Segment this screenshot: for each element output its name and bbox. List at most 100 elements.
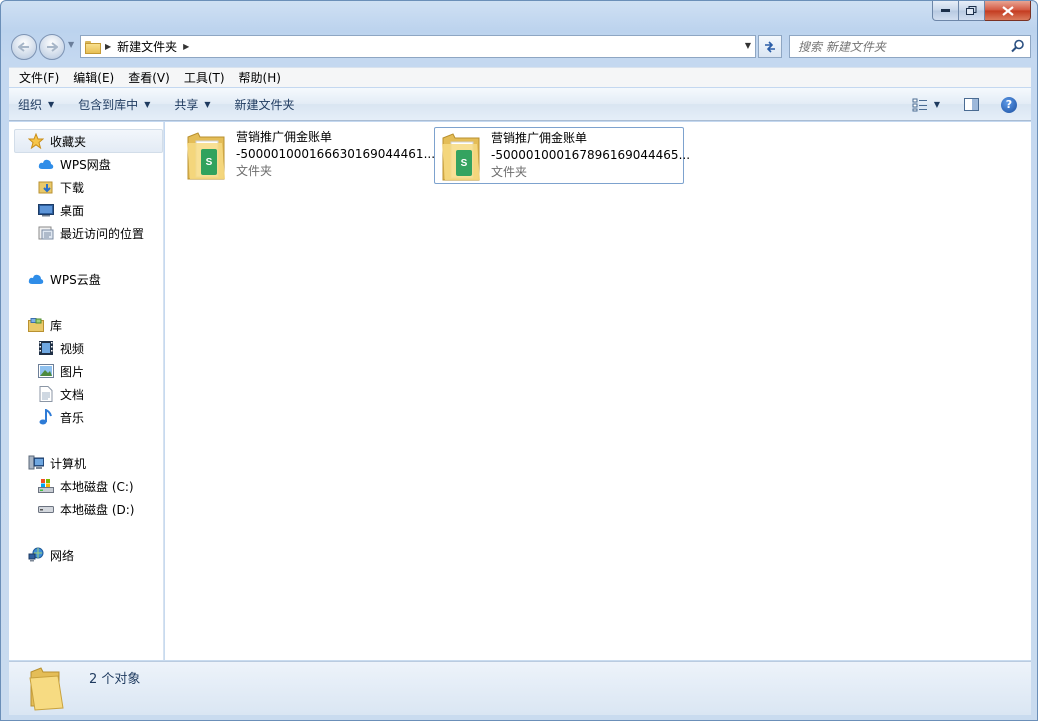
close-button[interactable]: [985, 1, 1031, 21]
view-options-dropdown[interactable]: ▼: [934, 100, 940, 109]
recent-pages-dropdown[interactable]: ▼: [68, 40, 74, 49]
nav-computer-label: 计算机: [50, 456, 87, 471]
picture-icon: [38, 363, 54, 379]
nav-wps-cloud[interactable]: WPS云盘: [28, 270, 101, 288]
include-in-library-label: 包含到库中: [78, 97, 139, 112]
folder-icon: S S: [184, 129, 230, 183]
forward-button[interactable]: [39, 34, 65, 60]
folder-icon: [29, 667, 64, 711]
close-icon: [1001, 5, 1014, 16]
nav-libraries[interactable]: 库: [28, 316, 62, 334]
nav-videos[interactable]: 视频: [38, 339, 84, 357]
star-icon: [28, 133, 44, 149]
svg-text:S: S: [206, 157, 213, 168]
cloud-icon: [28, 271, 44, 287]
include-in-library-button[interactable]: 包含到库中 ▼: [68, 96, 164, 113]
nav-pictures[interactable]: 图片: [38, 362, 84, 380]
folder-name: 营销推广佣金账单: [236, 130, 333, 144]
file-list: S S 营销推广佣金账单 -500001000166630169044461..…: [165, 122, 1031, 660]
nav-libraries-label: 库: [50, 318, 63, 333]
refresh-button[interactable]: [758, 35, 782, 58]
library-icon: [28, 317, 44, 333]
help-icon[interactable]: ?: [1001, 96, 1017, 113]
maximize-button[interactable]: [959, 1, 985, 21]
back-button[interactable]: [11, 34, 37, 60]
menu-bar: 文件(F) 编辑(E) 查看(V) 工具(T) 帮助(H): [9, 67, 1031, 87]
nav-wps-cloud-label: WPS云盘: [50, 272, 101, 287]
item-count: 2 个对象: [89, 672, 141, 687]
nav-network-label: 网络: [50, 548, 75, 563]
nav-drive-d[interactable]: 本地磁盘 (D:): [38, 500, 134, 518]
search-box[interactable]: [789, 35, 1031, 58]
preview-pane-icon[interactable]: [964, 98, 979, 111]
folder-icon: [85, 41, 101, 54]
restore-icon: [966, 6, 977, 15]
nav-favorites[interactable]: 收藏夹: [28, 132, 86, 150]
menu-file[interactable]: 文件(F): [12, 69, 66, 86]
nav-drive-d-label: 本地磁盘 (D:): [60, 502, 135, 517]
breadcrumb-separator[interactable]: ▶: [105, 42, 111, 51]
explorer-window: ▼ ▶ 新建文件夹 ▶ ▼ 文件(F) 编辑(E) 查看(V) 工具(T) 帮助…: [0, 0, 1038, 721]
new-folder-button[interactable]: 新建文件夹: [225, 96, 309, 113]
search-input[interactable]: [798, 39, 998, 54]
address-bar[interactable]: ▶ 新建文件夹 ▶ ▼: [80, 35, 756, 58]
details-pane: 2 个对象: [9, 661, 1031, 715]
folder-name-continued: -500001000166630169044461...: [236, 147, 436, 161]
nav-desktop-label: 桌面: [60, 203, 85, 218]
menu-tools[interactable]: 工具(T): [177, 69, 232, 86]
new-folder-label: 新建文件夹: [234, 97, 295, 112]
nav-music[interactable]: 音乐: [38, 408, 84, 426]
nav-computer[interactable]: 计算机: [28, 454, 86, 472]
menu-edit[interactable]: 编辑(E): [66, 69, 121, 86]
nav-wps-netdisk[interactable]: WPS网盘: [38, 155, 111, 173]
navigation-pane: 收藏夹 WPS网盘 下载 桌面 最近访问的位置 WPS云盘 库 视频 图片 文档…: [9, 122, 164, 660]
download-folder-icon: [38, 179, 54, 195]
nav-videos-label: 视频: [60, 341, 85, 356]
nav-favorites-label: 收藏夹: [50, 134, 87, 149]
document-icon: [38, 386, 54, 402]
nav-drive-c[interactable]: 本地磁盘 (C:): [38, 477, 134, 495]
share-button[interactable]: 共享 ▼: [164, 96, 224, 113]
arrow-left-icon: [18, 42, 29, 52]
arrow-right-icon: [47, 42, 58, 52]
breadcrumb-separator[interactable]: ▶: [183, 42, 189, 51]
video-icon: [38, 340, 54, 356]
nav-documents-label: 文档: [60, 387, 85, 402]
address-history-dropdown[interactable]: ▼: [745, 41, 751, 50]
folder-item[interactable]: S S 营销推广佣金账单 -500001000166630169044461..…: [180, 127, 435, 184]
recent-places-icon: [38, 225, 54, 241]
nav-pictures-label: 图片: [60, 364, 85, 379]
menu-view[interactable]: 查看(V): [121, 69, 177, 86]
nav-desktop[interactable]: 桌面: [38, 201, 84, 219]
search-icon: [1011, 39, 1024, 53]
nav-documents[interactable]: 文档: [38, 385, 84, 403]
nav-recent-places-label: 最近访问的位置: [60, 226, 145, 241]
nav-downloads-label: 下载: [60, 180, 85, 195]
folder-type: 文件夹: [236, 164, 273, 178]
chevron-down-icon: ▼: [204, 99, 211, 109]
nav-music-label: 音乐: [60, 410, 85, 425]
command-bar-right: ▼ ?: [912, 88, 1031, 121]
caption-buttons: [932, 1, 1031, 21]
svg-text:S: S: [461, 158, 468, 169]
change-view-icon[interactable]: [912, 98, 928, 112]
desktop-icon: [38, 202, 54, 218]
computer-icon: [28, 455, 44, 471]
folder-type: 文件夹: [491, 165, 528, 179]
nav-network[interactable]: 网络: [28, 546, 74, 564]
nav-recent-places[interactable]: 最近访问的位置: [38, 224, 144, 242]
organize-button[interactable]: 组织 ▼: [9, 96, 68, 113]
music-note-icon: [38, 409, 54, 425]
breadcrumb-item[interactable]: 新建文件夹: [117, 38, 177, 55]
share-label: 共享: [174, 97, 199, 112]
chevron-down-icon: ▼: [144, 99, 151, 109]
menu-help[interactable]: 帮助(H): [232, 69, 288, 86]
folder-name: 营销推广佣金账单: [491, 131, 588, 145]
network-icon: [28, 547, 44, 563]
minimize-button[interactable]: [932, 1, 959, 21]
system-drive-icon: [38, 478, 54, 494]
nav-wps-netdisk-label: WPS网盘: [60, 157, 111, 172]
nav-downloads[interactable]: 下载: [38, 178, 84, 196]
folder-item[interactable]: S 营销推广佣金账单 -500001000167896169044465... …: [434, 127, 690, 184]
refresh-icon: [765, 40, 775, 53]
